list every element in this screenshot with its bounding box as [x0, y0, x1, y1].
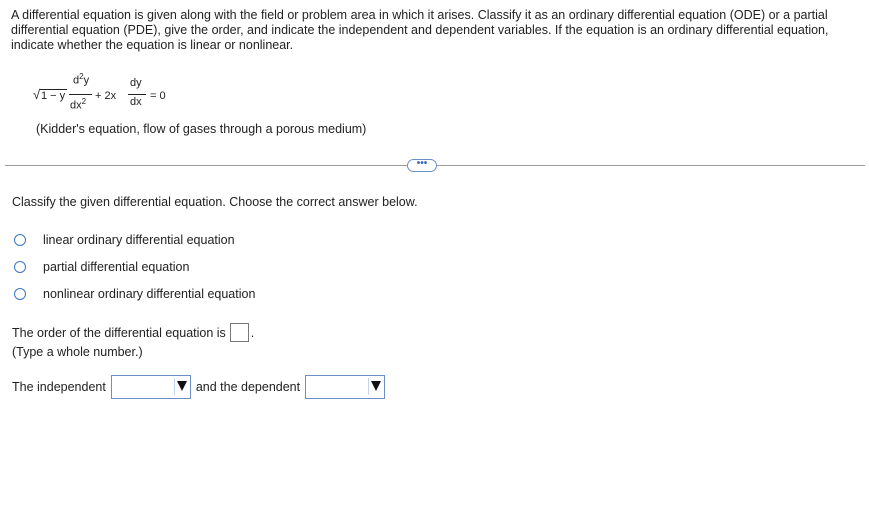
order-suffix: . [250, 325, 255, 340]
dropdown-arrow-icon [176, 381, 187, 391]
variables-question: The independent and the dependent [12, 375, 390, 399]
order-hint: (Type a whole number.) [12, 345, 143, 359]
option-nonlinear-ode[interactable]: nonlinear ordinary differential equation [14, 286, 255, 302]
option-label: linear ordinary differential equation [43, 233, 235, 247]
fraction2-numerator: dy [130, 77, 142, 89]
order-answer-input[interactable] [229, 323, 249, 342]
equation: √ 1 − y d2y dx2 + 2x dy dx = 0 [33, 70, 233, 115]
dropdown-arrow-icon [371, 381, 382, 391]
equation-middle: + 2x [95, 90, 117, 102]
fraction1-denominator: dx2 [70, 97, 87, 112]
option-pde[interactable]: partial differential equation [14, 259, 189, 275]
independent-label: The independent [12, 380, 106, 394]
dependent-label: and the dependent [195, 380, 301, 394]
sqrt-body: 1 − y [41, 90, 66, 102]
equation-caption: (Kidder's equation, flow of gases throug… [36, 122, 367, 136]
question-instruction: Classify the given differential equation… [12, 195, 418, 209]
option-label: nonlinear ordinary differential equation [43, 287, 256, 301]
independent-variable-dropdown[interactable] [110, 375, 191, 399]
radio-button[interactable] [14, 234, 26, 246]
radio-button[interactable] [14, 261, 26, 273]
option-label: partial differential equation [43, 260, 190, 274]
order-prompt: The order of the differential equation i… [12, 325, 226, 340]
fraction2-denominator: dx [130, 96, 142, 108]
option-linear-ode[interactable]: linear ordinary differential equation [14, 232, 235, 248]
equation-rhs: = 0 [150, 90, 166, 102]
radio-button[interactable] [14, 288, 26, 300]
expand-button[interactable]: ••• [407, 159, 437, 172]
dependent-variable-dropdown[interactable] [305, 375, 386, 399]
problem-intro: A differential equation is given along w… [11, 8, 829, 52]
order-question: The order of the differential equation i… [12, 323, 254, 342]
fraction1-numerator: d2y [73, 72, 90, 87]
